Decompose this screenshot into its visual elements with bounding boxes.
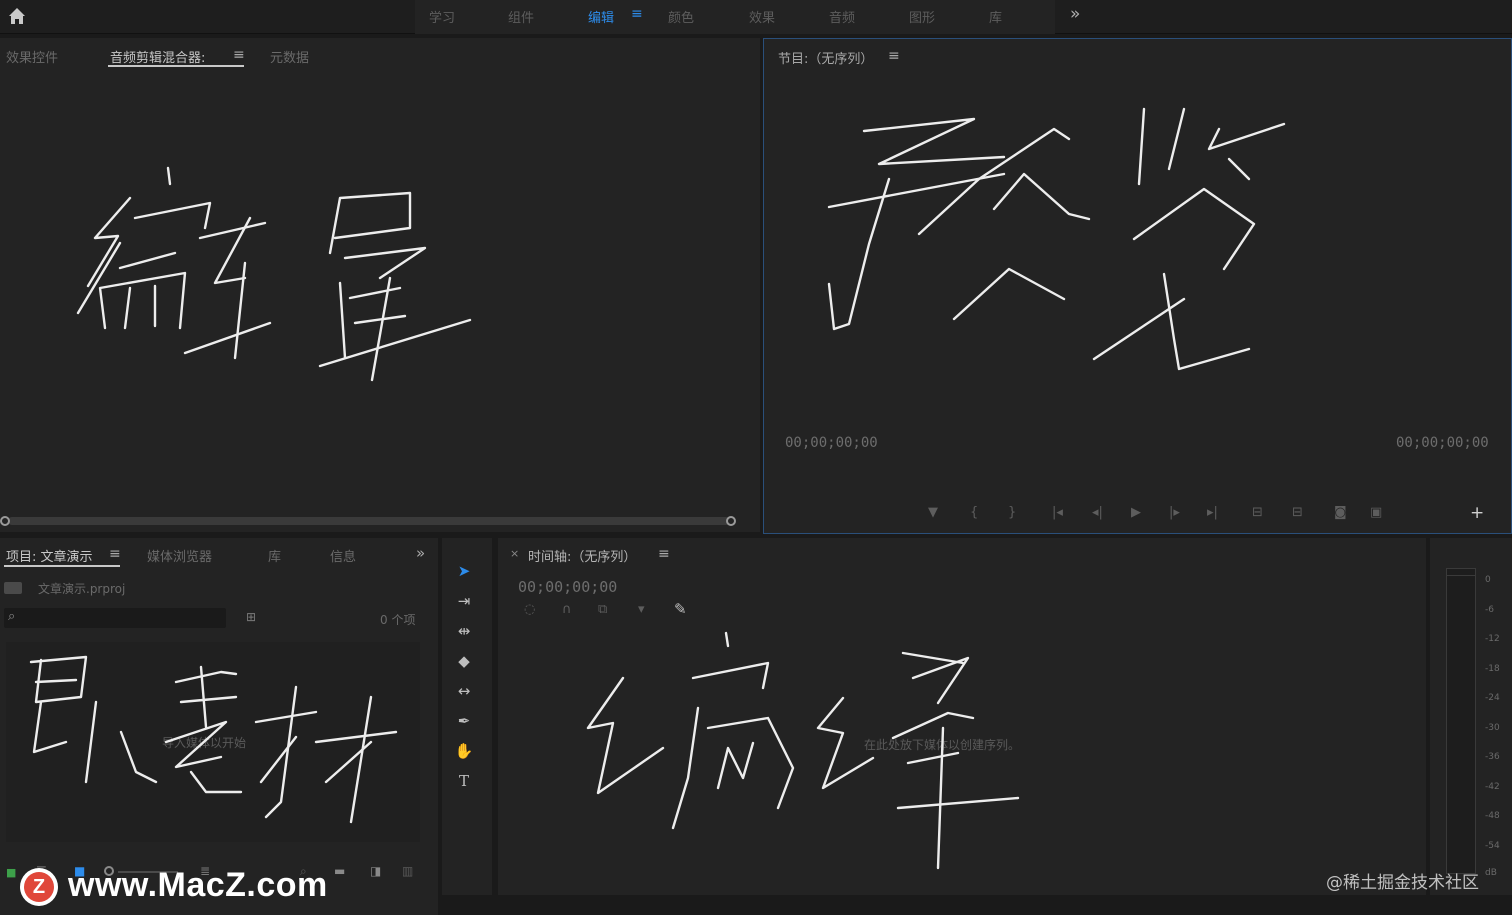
go-to-out-icon[interactable]: ▸| bbox=[1207, 505, 1218, 520]
home-icon[interactable] bbox=[6, 5, 28, 27]
tab-libraries[interactable]: 库 bbox=[268, 546, 281, 565]
new-search-bin-icon[interactable]: ⊞ bbox=[246, 610, 256, 624]
go-to-in-icon[interactable]: |◂ bbox=[1052, 505, 1063, 520]
workspace-bar: 学习 组件 编辑 ≡ 颜色 效果 音频 图形 库 » bbox=[0, 0, 1512, 34]
audio-meter-bars bbox=[1446, 568, 1476, 874]
project-item-count: 0 个项 bbox=[380, 613, 416, 627]
track-select-tool-icon[interactable]: ⇥ bbox=[452, 592, 476, 614]
workspace-overflow-icon[interactable]: » bbox=[1070, 4, 1080, 24]
workspace-tab-effects[interactable]: 效果 bbox=[749, 7, 775, 26]
mark-out-icon[interactable]: } bbox=[1008, 505, 1016, 520]
extract-icon[interactable]: ⊟ bbox=[1292, 505, 1303, 520]
meter-scale-label: -48 bbox=[1485, 811, 1500, 821]
meter-scale-label: -12 bbox=[1485, 634, 1500, 644]
meter-scale-label: -42 bbox=[1485, 782, 1500, 792]
watermark-site: www.MacZ.com bbox=[68, 866, 328, 904]
lock-icon[interactable]: ■ bbox=[6, 866, 16, 879]
tab-project[interactable]: 项目: 文章演示 bbox=[6, 546, 93, 565]
meter-scale-label: -54 bbox=[1485, 841, 1500, 851]
tab-media-browser[interactable]: 媒体浏览器 bbox=[147, 546, 212, 565]
workspace-tab-learn[interactable]: 学习 bbox=[429, 7, 455, 26]
scroll-start-handle[interactable] bbox=[0, 516, 10, 526]
add-marker-icon[interactable]: ▼ bbox=[928, 505, 938, 520]
workspace-tabs: 学习 组件 编辑 ≡ 颜色 效果 音频 图形 库 bbox=[415, 0, 1055, 34]
project-search-input[interactable]: ⌕ bbox=[4, 608, 226, 628]
active-tab-underline bbox=[4, 565, 120, 567]
timeline-panel: × 时间轴:（无序列） ≡ 00;00;00;00 ◌ ∩ ⧉ ▾ ✎ 在此处放… bbox=[498, 538, 1426, 895]
trash-icon[interactable]: ▥ bbox=[402, 864, 413, 878]
project-panel-tabs: 项目: 文章演示 ≡ 媒体浏览器 库 信息 » bbox=[0, 538, 438, 570]
export-frame-icon[interactable]: ◙ bbox=[1334, 505, 1347, 520]
macz-logo-icon: Z bbox=[20, 868, 58, 906]
program-timecode-duration: 00;00;00;00 bbox=[1396, 435, 1489, 451]
step-back-icon[interactable]: ◂| bbox=[1092, 505, 1103, 520]
meter-scale-label: dB bbox=[1485, 868, 1497, 878]
scroll-end-handle[interactable] bbox=[726, 516, 736, 526]
tools-panel: ➤ ⇥ ⇹ ◆ ↔ ✒ ✋ T bbox=[442, 538, 492, 895]
project-panel: 项目: 文章演示 ≡ 媒体浏览器 库 信息 » 文章演示.prproj ⌕ ⊞ … bbox=[0, 538, 438, 915]
play-icon[interactable]: ▶ bbox=[1131, 505, 1141, 520]
audio-meter-peak bbox=[1446, 568, 1476, 576]
search-icon: ⌕ bbox=[8, 609, 16, 624]
pen-tool-icon[interactable]: ✒ bbox=[452, 712, 476, 734]
new-item-icon[interactable]: ◨ bbox=[370, 864, 381, 878]
project-file-icon bbox=[4, 582, 22, 594]
program-timecode-current[interactable]: 00;00;00;00 bbox=[785, 435, 878, 451]
workspace-tab-editing[interactable]: 编辑 bbox=[588, 7, 614, 26]
add-button-icon[interactable]: + bbox=[1470, 503, 1484, 523]
handwriting-import-annotation bbox=[29, 655, 398, 824]
hand-tool-icon[interactable]: ✋ bbox=[452, 742, 476, 764]
handwriting-edit-annotation bbox=[76, 166, 472, 382]
mark-in-icon[interactable]: { bbox=[970, 505, 978, 520]
slip-tool-icon[interactable]: ↔ bbox=[452, 682, 476, 704]
workspace-tab-libraries[interactable]: 库 bbox=[989, 7, 1002, 26]
workspace-tab-color[interactable]: 颜色 bbox=[668, 7, 694, 26]
meter-scale-label: 0 bbox=[1485, 575, 1491, 585]
razor-tool-icon[interactable]: ◆ bbox=[452, 652, 476, 674]
workspace-tab-graphics[interactable]: 图形 bbox=[909, 7, 935, 26]
effect-controls-panel: 效果控件 音频剪辑混合器: ≡ 元数据 bbox=[0, 38, 760, 532]
panel-overflow-icon[interactable]: » bbox=[416, 544, 425, 562]
new-bin-icon[interactable]: ▬ bbox=[334, 864, 345, 878]
tab-info[interactable]: 信息 bbox=[330, 546, 356, 565]
workspace-tab-assembly[interactable]: 组件 bbox=[508, 7, 534, 26]
lift-icon[interactable]: ⊟ bbox=[1252, 505, 1263, 520]
project-file-name: 文章演示.prproj bbox=[38, 582, 126, 596]
handwriting-edit-timeline-annotation bbox=[586, 631, 1020, 870]
comparison-view-icon[interactable]: ▣ bbox=[1370, 505, 1382, 520]
panel-menu-icon[interactable]: ≡ bbox=[109, 546, 121, 562]
workspace-menu-icon[interactable]: ≡ bbox=[631, 6, 643, 22]
step-forward-icon[interactable]: |▸ bbox=[1169, 505, 1180, 520]
meter-scale-label: -24 bbox=[1485, 693, 1500, 703]
meter-scale-label: -18 bbox=[1485, 664, 1500, 674]
selection-tool-icon[interactable]: ➤ bbox=[452, 562, 476, 584]
meter-scale-label: -36 bbox=[1485, 752, 1500, 762]
type-tool-icon[interactable]: T bbox=[452, 772, 476, 794]
meter-scale-label: -6 bbox=[1485, 605, 1494, 615]
meter-scale-label: -30 bbox=[1485, 723, 1500, 733]
workspace-tab-audio[interactable]: 音频 bbox=[829, 7, 855, 26]
zoom-scrollbar[interactable] bbox=[8, 517, 730, 525]
watermark-community: @稀土掘金技术社区 bbox=[1326, 873, 1479, 893]
handwriting-preview-annotation bbox=[827, 107, 1286, 371]
program-monitor-panel: 节目:（无序列） ≡ 00;00;00;00 00;00;00;00 ▼ { }… bbox=[763, 38, 1512, 534]
ripple-edit-tool-icon[interactable]: ⇹ bbox=[452, 622, 476, 644]
project-bin-area[interactable]: 导入媒体以开始 bbox=[6, 642, 420, 842]
